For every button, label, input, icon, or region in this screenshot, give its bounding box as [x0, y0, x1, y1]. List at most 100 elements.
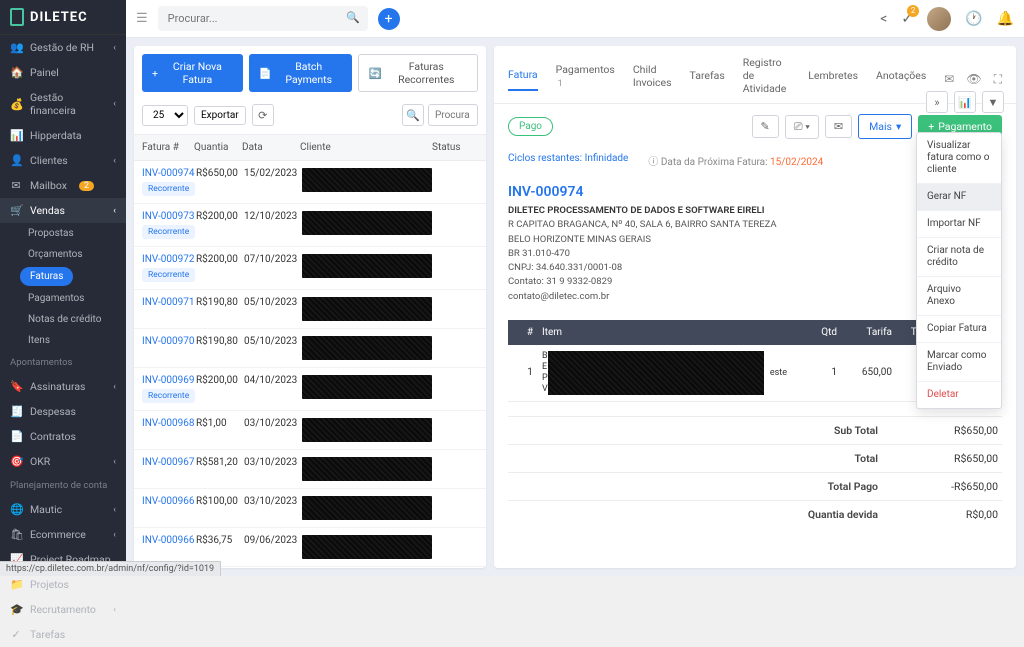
chevron-icon: ‹ [113, 457, 116, 467]
invoice-link[interactable]: INV-000969 [142, 375, 195, 386]
detail-tab[interactable]: Child Invoices [633, 63, 672, 97]
sidebar-subitem[interactable]: Notas de crédito [0, 309, 126, 330]
invoice-link[interactable]: INV-000966 [142, 535, 195, 546]
invoice-link[interactable]: INV-000973 [142, 211, 195, 222]
detail-tab[interactable]: Lembretes [808, 69, 858, 90]
invoice-row[interactable]: INV-000972Recorrente R$200,00 07/10/2023 [134, 247, 486, 290]
dropdown-item[interactable]: Importar NF [917, 211, 1001, 238]
funnel-icon[interactable]: ▼ [982, 91, 1004, 113]
menu-toggle-icon[interactable]: ☰ [136, 11, 148, 26]
bell-icon[interactable]: 🔔 [997, 11, 1014, 27]
detail-tab[interactable]: Anotações [876, 69, 926, 90]
list-search-input[interactable] [428, 104, 478, 126]
detail-tab[interactable]: Tarefas [690, 69, 725, 90]
create-invoice-button[interactable]: +Criar Nova Fatura [142, 54, 243, 92]
subtotal-value: R$650,00 [918, 424, 998, 437]
sidebar-item[interactable]: 👤Clientes‹ [0, 148, 126, 173]
dropdown-item[interactable]: Copiar Fatura [917, 316, 1001, 343]
sidebar-subitem[interactable]: Faturas [20, 267, 73, 286]
sidebar-item[interactable]: 🏠Painel [0, 60, 126, 85]
sidebar-item[interactable]: ✓Tarefas [0, 622, 126, 647]
eye-icon[interactable]: 👁 [966, 72, 981, 87]
invoice-row[interactable]: INV-000969Recorrente R$200,00 04/10/2023 [134, 368, 486, 411]
expand-icon[interactable]: ⛶ [994, 72, 1002, 87]
due-label: Quantia devida [778, 508, 878, 521]
brand-text: DILETEC [30, 10, 88, 25]
sidebar-item[interactable]: 🛍Ecommerce‹ [0, 522, 126, 547]
invoice-link[interactable]: INV-000967 [142, 457, 195, 468]
invoice-row[interactable]: INV-000966 R$100,00 03/10/2023 [134, 489, 486, 528]
sidebar-item[interactable]: 🛒Vendas‹ [0, 198, 126, 223]
dropdown-item[interactable]: Gerar NF [917, 184, 1001, 211]
invoice-link[interactable]: INV-000974 [142, 168, 195, 179]
sidebar-item[interactable]: 🎯OKR‹ [0, 449, 126, 474]
sidebar-subitem[interactable]: Pagamentos [0, 288, 126, 309]
more-button[interactable]: Mais▾ [858, 114, 912, 139]
recurring-invoices-button[interactable]: 🔄Faturas Recorrentes [358, 54, 478, 92]
filter-icon[interactable]: ⎚ ▾ [785, 115, 819, 139]
col-invoice-num[interactable]: Fatura # [142, 142, 194, 153]
col-client[interactable]: Cliente [300, 142, 432, 153]
clock-icon[interactable]: 🕐 [965, 11, 982, 27]
batch-payments-button[interactable]: 📄Batch Payments [249, 54, 352, 92]
sidebar-item[interactable]: 📄Contratos [0, 424, 126, 449]
mail-icon[interactable]: ✉ [944, 72, 954, 87]
invoice-row[interactable]: INV-000974Recorrente R$650,00 15/02/2023 [134, 161, 486, 204]
invoice-link[interactable]: INV-000966 [142, 496, 195, 507]
invoice-row[interactable]: INV-000967 R$581,20 03/10/2023 [134, 450, 486, 489]
col-amount[interactable]: Quantia [194, 142, 242, 153]
sidebar-subitem[interactable]: Orçamentos [0, 244, 126, 265]
sidebar-item[interactable]: 👥Gestão de RH‹ [0, 35, 126, 60]
invoice-row[interactable]: INV-000970 R$190,80 05/10/2023 [134, 329, 486, 368]
dropdown-item[interactable]: Deletar [917, 382, 1001, 408]
sidebar-item[interactable]: 🌐Mautic‹ [0, 497, 126, 522]
send-icon[interactable]: ✉ [825, 115, 852, 138]
search-input[interactable] [158, 6, 368, 31]
detail-tab[interactable]: Fatura [508, 68, 538, 91]
sidebar: DILETEC 👥Gestão de RH‹🏠Painel💰Gestão fin… [0, 0, 126, 576]
invoice-link[interactable]: INV-000972 [142, 254, 195, 265]
dropdown-item[interactable]: Arquivo Anexo [917, 277, 1001, 316]
sidebar-item-icon: 🔖 [10, 380, 22, 393]
share-icon[interactable]: < [880, 11, 887, 27]
sidebar-subitem[interactable]: Itens [0, 330, 126, 351]
sidebar-subitem[interactable]: Propostas [0, 223, 126, 244]
invoice-row[interactable]: INV-000973Recorrente R$200,00 12/10/2023 [134, 204, 486, 247]
row-amount: R$190,80 [196, 336, 244, 347]
topbar: ☰ 🔍 + < ✓2 🕐 🔔 [126, 0, 1024, 38]
company-block: INV-000974 DILETEC PROCESSAMENTO DE DADO… [508, 184, 777, 304]
invoice-row[interactable]: INV-000971 R$190,80 05/10/2023 [134, 290, 486, 329]
detail-tab[interactable]: Pagamentos 1 [556, 63, 615, 97]
sidebar-item[interactable]: 🔖Assinaturas‹ [0, 374, 126, 399]
sidebar-item[interactable]: 🎓Recrutamento‹ [0, 597, 126, 622]
col-status[interactable]: Status [432, 142, 478, 153]
invoice-link[interactable]: INV-000970 [142, 336, 195, 347]
edit-icon[interactable]: ✎ [752, 115, 779, 138]
avatar[interactable] [927, 7, 951, 31]
search-icon[interactable]: 🔍 [346, 11, 360, 24]
invoice-link[interactable]: INV-000971 [142, 297, 195, 308]
sidebar-item[interactable]: 🧾Despesas [0, 399, 126, 424]
export-button[interactable]: Exportar [194, 106, 246, 125]
invoice-row[interactable]: INV-000968 R$1,00 03/10/2023 [134, 411, 486, 450]
notifications-icon[interactable]: ✓2 [901, 11, 913, 27]
add-button[interactable]: + [378, 8, 400, 30]
dropdown-item[interactable]: Visualizar fatura como o cliente [917, 133, 1001, 184]
detail-tab[interactable]: Registro de Atividade [743, 56, 790, 103]
col-date[interactable]: Data [242, 142, 300, 153]
list-search-icon[interactable]: 🔍 [402, 104, 424, 126]
dropdown-item[interactable]: Criar nota de crédito [917, 238, 1001, 277]
sidebar-section-apontamentos: Apontamentos [0, 351, 126, 374]
dropdown-item[interactable]: Marcar como Enviado [917, 343, 1001, 382]
refresh-icon[interactable]: ⟳ [252, 104, 274, 126]
chevrons-icon[interactable]: » [926, 91, 948, 113]
sidebar-item[interactable]: 💰Gestão financeira‹ [0, 85, 126, 123]
chart-icon[interactable]: 📊 [954, 91, 976, 113]
row-client-redacted [302, 457, 432, 481]
sidebar-item[interactable]: ✉Mailbox2 [0, 173, 126, 198]
row-amount: R$200,00 [196, 254, 244, 265]
sidebar-item[interactable]: 📊Hipperdata [0, 123, 126, 148]
page-size-select[interactable]: 25 [142, 105, 188, 126]
invoice-link[interactable]: INV-000968 [142, 418, 195, 429]
sidebar-item-icon: 💰 [10, 98, 22, 111]
